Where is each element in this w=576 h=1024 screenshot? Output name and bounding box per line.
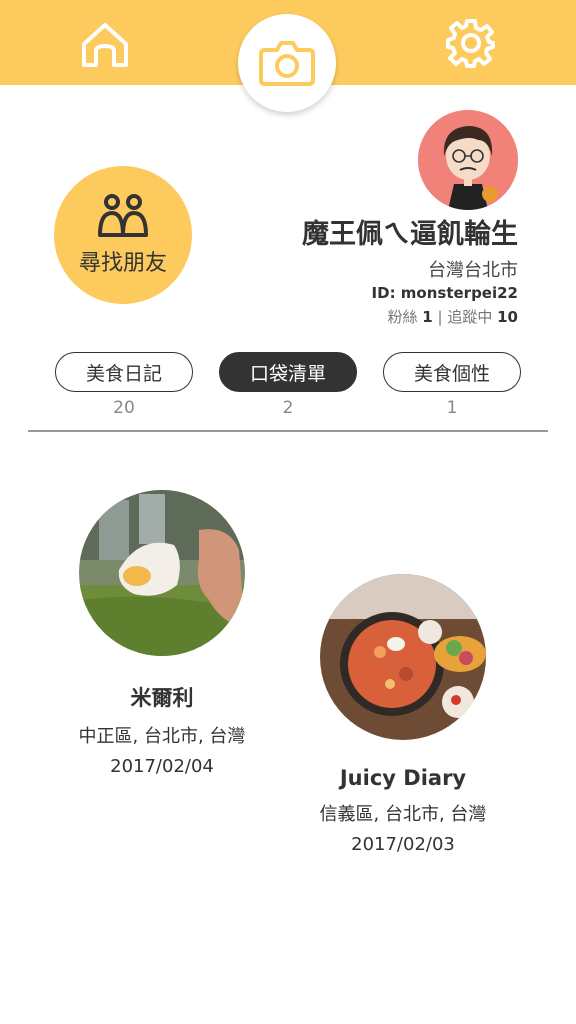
card-date: 2017/02/03 (351, 834, 455, 855)
list-item[interactable]: 米爾利 中正區, 台北市, 台灣 2017/02/04 (57, 490, 267, 777)
card-title: Juicy Diary (339, 766, 467, 790)
user-id: ID: monsterpei22 (371, 284, 518, 302)
card-date: 2017/02/04 (110, 756, 214, 777)
user-stats: 粉絲 1 | 追蹤中 10 (387, 306, 518, 327)
tab-food-personality[interactable]: 美食個性 (383, 352, 521, 392)
following-label: 追蹤中 (447, 308, 493, 326)
camera-icon (259, 41, 315, 86)
tab-food-diary[interactable]: 美食日記 (55, 352, 193, 392)
following-count[interactable]: 10 (497, 308, 518, 326)
stats-separator: | (437, 308, 443, 326)
find-friends-label: 尋找朋友 (78, 251, 167, 276)
list-item[interactable]: Juicy Diary 信義區, 台北市, 台灣 2017/02/03 (298, 574, 508, 855)
followers-label: 粉絲 (387, 308, 418, 326)
find-friends-button[interactable]: 尋找朋友 (54, 166, 192, 304)
camera-button[interactable] (238, 14, 336, 112)
home-button[interactable] (76, 18, 134, 72)
user-name: 魔王佩ㄟ逼飢輪生 (302, 219, 518, 250)
card-title: 米爾利 (130, 686, 194, 710)
tab-count-food-personality: 1 (446, 398, 458, 418)
card-place: 中正區, 台北市, 台灣 (78, 726, 246, 747)
tab-pocket-list[interactable]: 口袋清單 (219, 352, 357, 392)
followers-count[interactable]: 1 (422, 308, 432, 326)
user-location: 台灣台北市 (428, 260, 518, 281)
home-icon (82, 23, 128, 67)
food-photo[interactable] (79, 490, 245, 656)
food-photo[interactable] (320, 574, 486, 740)
divider (28, 430, 548, 432)
tab-count-food-diary: 20 (113, 398, 135, 418)
settings-button[interactable] (442, 14, 500, 72)
tab-count-pocket-list: 2 (282, 398, 294, 418)
avatar[interactable] (418, 110, 518, 210)
card-place: 信義區, 台北市, 台灣 (319, 804, 487, 825)
friends-icon (98, 194, 148, 237)
gear-icon (446, 19, 495, 68)
